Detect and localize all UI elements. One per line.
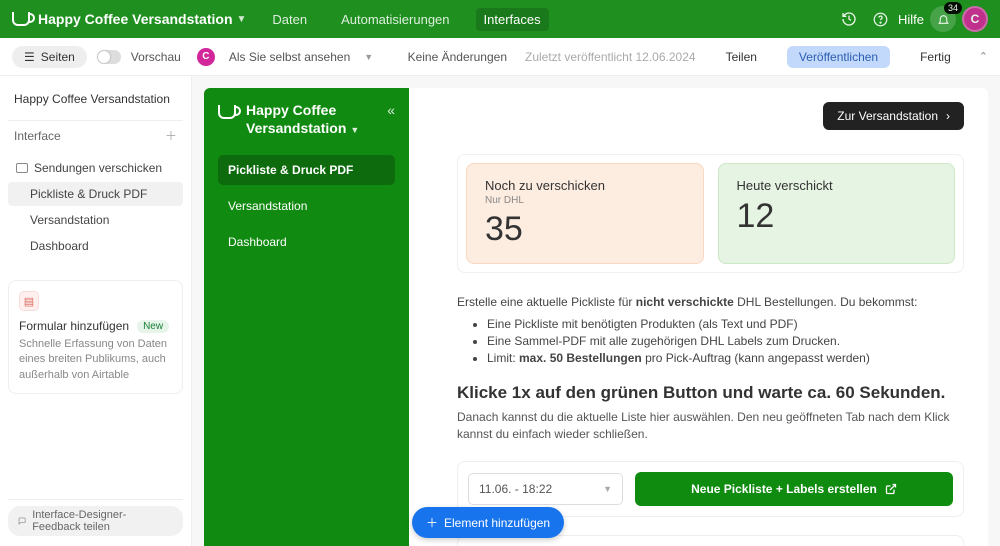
card-value: 35 (485, 210, 685, 249)
sidebar-item-pickliste[interactable]: Pickliste & Druck PDF (8, 182, 183, 206)
to-station-button[interactable]: Zur Versandstation › (823, 102, 964, 130)
publish-button[interactable]: Veröffentlichen (787, 46, 890, 68)
external-link-icon (885, 483, 897, 495)
tab-daten[interactable]: Daten (264, 8, 315, 31)
preview-toggle[interactable] (97, 50, 121, 64)
notification-badge: 34 (944, 2, 962, 14)
app-logo-icon (12, 12, 30, 26)
card-shipped-today: Heute verschickt 12 (718, 163, 956, 264)
nav-item-versandstation[interactable]: Versandstation (218, 191, 395, 221)
promo-description: Schnelle Erfassung von Daten eines breit… (19, 337, 172, 383)
tab-interfaces[interactable]: Interfaces (476, 8, 549, 31)
view-as-self[interactable]: Als Sie selbst ansehen (229, 50, 350, 64)
description-text: Erstelle eine aktuelle Pickliste für nic… (457, 293, 964, 311)
chevron-up-icon[interactable]: ⌃ (979, 50, 988, 63)
plus-icon: ＋ (426, 514, 438, 531)
chevron-down-icon[interactable]: ▼ (364, 52, 373, 62)
instruction-sub: Danach kannst du die aktuelle Liste hier… (457, 409, 964, 443)
tab-automatisierungen[interactable]: Automatisierungen (333, 8, 457, 31)
help-label[interactable]: Hilfe (898, 12, 924, 27)
new-badge: New (137, 320, 169, 333)
form-icon: ▤ (19, 291, 39, 311)
done-button[interactable]: Fertig (908, 46, 963, 68)
chevron-right-icon: › (946, 109, 950, 123)
add-interface-button[interactable]: ＋ (165, 127, 177, 144)
section-title: Interface (14, 129, 61, 143)
sidebar-item-versandstation[interactable]: Versandstation (8, 208, 183, 232)
nav-item-pickliste[interactable]: Pickliste & Druck PDF (218, 155, 395, 185)
history-icon[interactable] (836, 6, 862, 32)
list-item: Eine Pickliste mit benötigten Produkten … (487, 317, 964, 331)
card-label: Heute verschickt (737, 178, 937, 193)
list-item: Limit: max. 50 Bestellungen pro Pick-Auf… (487, 351, 964, 365)
preview-label: Vorschau (131, 50, 181, 64)
app-logo-icon (218, 105, 236, 119)
card-value: 12 (737, 197, 937, 236)
add-element-button[interactable]: ＋ Element hinzufügen (412, 507, 564, 538)
sidebar-group-sendungen[interactable]: Sendungen verschicken (8, 156, 183, 180)
chevron-down-icon: ▼ (350, 125, 359, 135)
changes-status: Keine Änderungen (408, 50, 507, 64)
box-icon (16, 163, 28, 173)
chevron-down-icon[interactable]: ▼ (237, 14, 247, 25)
feedback-button[interactable]: Interface-Designer-Feedback teilen (8, 506, 183, 536)
collapse-sidebar-icon[interactable]: « (387, 102, 395, 118)
share-button[interactable]: Teilen (714, 46, 769, 68)
app-title[interactable]: Happy Coffee Versandstation (38, 11, 233, 27)
card-label: Noch zu verschicken (485, 178, 685, 193)
instruction-heading: Klicke 1x auf den grünen Button und wart… (457, 383, 964, 403)
card-sublabel: Nur DHL (485, 195, 685, 206)
sidebar-item-dashboard[interactable]: Dashboard (8, 234, 183, 258)
notifications-button[interactable]: 34 (930, 6, 956, 32)
pages-button[interactable]: ☰ Seiten (12, 46, 87, 68)
feature-list: Eine Pickliste mit benötigten Produkten … (487, 317, 964, 365)
promo-title: Formular hinzufügen (19, 319, 129, 333)
card-pending: Noch zu verschicken Nur DHL 35 (466, 163, 704, 264)
chevron-down-icon: ▼ (603, 484, 612, 494)
user-avatar[interactable]: C (962, 6, 988, 32)
picklist-select[interactable]: 11.06. - 18:22 ▼ (468, 473, 623, 505)
viewer-avatar: C (197, 48, 215, 66)
list-item: Eine Sammel-PDF mit alle zugehörigen DHL… (487, 334, 964, 348)
nav-item-dashboard[interactable]: Dashboard (218, 227, 395, 257)
create-picklist-button[interactable]: Neue Pickliste + Labels erstellen (635, 472, 953, 506)
help-icon[interactable] (868, 6, 894, 32)
breadcrumb[interactable]: Happy Coffee Versandstation (8, 86, 183, 116)
interface-title[interactable]: Happy Coffee Versandstation▼ (246, 102, 377, 137)
form-promo-card[interactable]: ▤ Formular hinzufügen New Schnelle Erfas… (8, 280, 183, 394)
last-published: Zuletzt veröffentlicht 12.06.2024 (525, 50, 696, 64)
